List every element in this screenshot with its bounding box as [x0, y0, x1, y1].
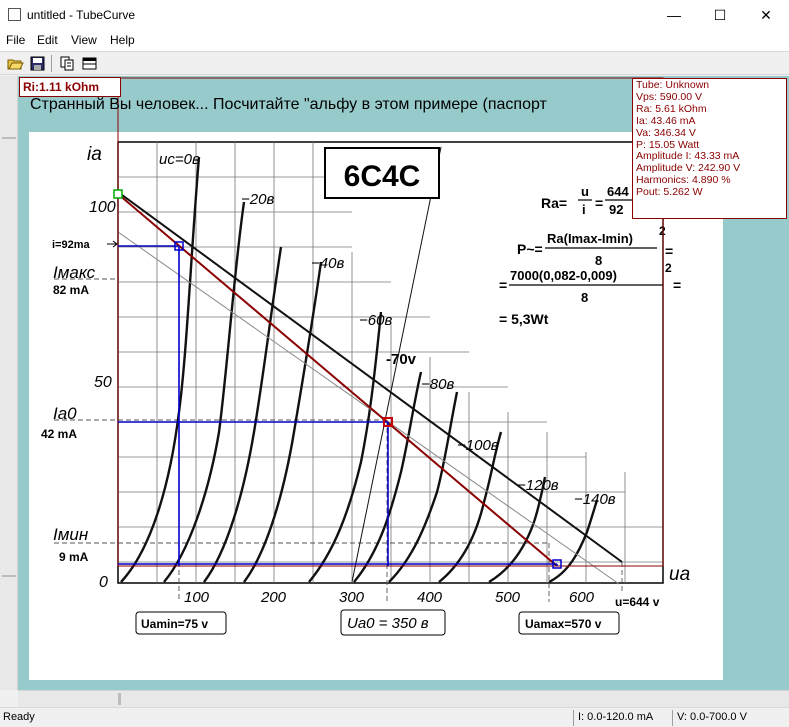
plot-canvas[interactable]: 6С4С iа uа 100 50 0 100 200 300 400 500 …: [18, 76, 789, 690]
window-title: untitled - TubeCurve: [27, 8, 136, 22]
status-current-range: I: 0.0-120.0 mA: [578, 711, 654, 723]
info-panel: Tube: Unknown Vps: 590.00 V Ra: 5.61 kOh…: [632, 78, 787, 219]
status-voltage-range: V: 0.0-700.0 V: [677, 711, 747, 723]
close-button[interactable]: ✕: [743, 0, 789, 30]
handle-top: [113, 189, 123, 199]
info-va: Va: 346.34 V: [636, 126, 696, 139]
save-icon[interactable]: [28, 54, 47, 73]
hscroll-thumb[interactable]: [118, 693, 121, 705]
menu-view[interactable]: View: [71, 33, 97, 47]
status-bar: Ready I: 0.0-120.0 mA V: 0.0-700.0 V: [0, 707, 789, 727]
menu-help[interactable]: Help: [110, 33, 135, 47]
ri-label: Ri:1.11 kOhm: [19, 77, 121, 97]
menu-file[interactable]: File: [6, 33, 25, 47]
window-icon[interactable]: [80, 54, 99, 73]
status-ready: Ready: [3, 711, 35, 723]
scan-header-text: Странный Вы человек... Посчитайте "альфу…: [30, 96, 547, 113]
scroll-thumb-top[interactable]: [2, 137, 16, 139]
copy-icon[interactable]: [58, 54, 77, 73]
app-icon: [8, 8, 21, 21]
vertical-scrollbar[interactable]: [0, 76, 18, 690]
info-ra: Ra: 5.61 kOhm: [636, 102, 707, 115]
info-ia: Ia: 43.46 mA: [636, 114, 696, 127]
maximize-button[interactable]: ☐: [697, 0, 743, 30]
overlay-frame: [117, 77, 664, 567]
overlay-load-line: [117, 193, 558, 567]
title-bar: untitled - TubeCurve — ☐ ✕: [0, 0, 789, 30]
toolbar-separator: [51, 55, 52, 72]
scroll-thumb-bottom[interactable]: [2, 575, 16, 577]
overlay-operating-lines: [118, 245, 558, 566]
minimize-button[interactable]: —: [651, 0, 697, 30]
toolbar: [0, 51, 789, 75]
menu-bar: File Edit View Help: [0, 30, 789, 51]
open-icon[interactable]: [6, 54, 25, 73]
horizontal-scrollbar[interactable]: [18, 690, 789, 707]
info-pout: Pout: 5.262 W: [636, 186, 703, 199]
menu-edit[interactable]: Edit: [37, 33, 58, 47]
